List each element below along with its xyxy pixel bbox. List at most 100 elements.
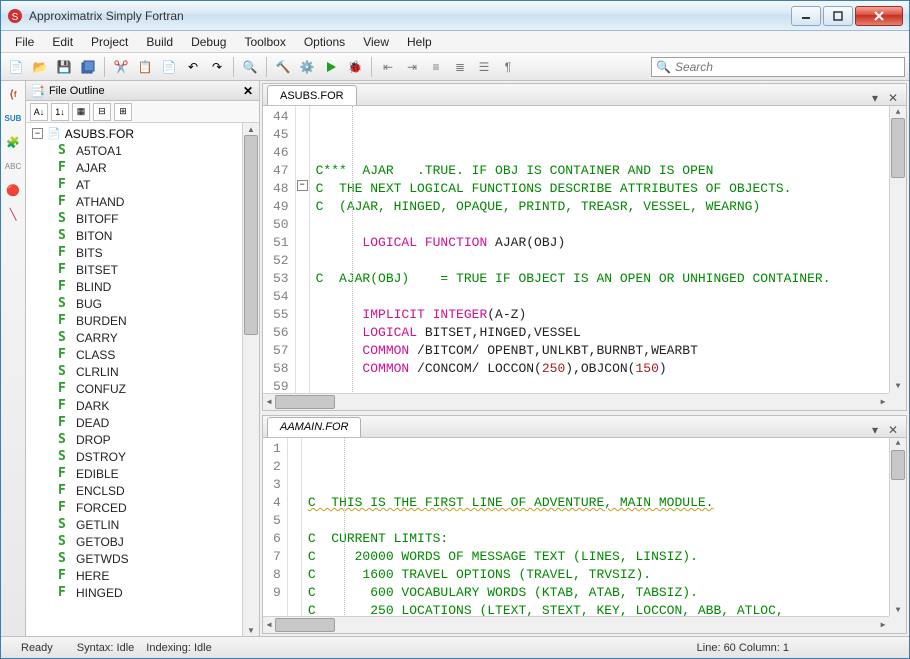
outline-tab-icon[interactable]: ⟨f — [4, 85, 22, 103]
indent-right-icon[interactable]: ⇥ — [401, 56, 423, 78]
outline-item[interactable]: FAJAR — [58, 159, 242, 176]
horizontal-scrollbar[interactable]: ◀▶ — [263, 393, 889, 410]
breakpoint-icon[interactable]: 🔴 — [4, 181, 22, 199]
code-text[interactable]: C THIS IS THE FIRST LINE OF ADVENTURE, M… — [302, 438, 906, 633]
outline-item[interactable]: FENCLSD — [58, 482, 242, 499]
outline-item[interactable]: FDEAD — [58, 414, 242, 431]
menu-build[interactable]: Build — [138, 33, 181, 51]
vertical-scrollbar[interactable]: ▲▼ — [889, 438, 906, 616]
subroutine-icon[interactable]: SUB — [4, 109, 22, 127]
sort-alpha-icon[interactable]: A↓ — [30, 103, 48, 121]
outline-item[interactable]: FHINGED — [58, 584, 242, 601]
code-editor[interactable]: 4445464748495051525354555657585960 − C**… — [263, 106, 906, 410]
tree-scrollbar[interactable]: ▲ ▼ — [242, 123, 259, 636]
list-icon[interactable]: ☰ — [473, 56, 495, 78]
save-icon[interactable]: 💾 — [53, 56, 75, 78]
filter-icon[interactable]: ▦ — [72, 103, 90, 121]
save-all-icon[interactable] — [77, 56, 99, 78]
scroll-up-icon[interactable]: ▲ — [243, 123, 259, 135]
tab-dropdown-icon[interactable]: ▾ — [868, 423, 882, 437]
find-icon[interactable]: 🔍 — [239, 56, 261, 78]
outline-item[interactable]: FDARK — [58, 397, 242, 414]
outline-item[interactable]: FATHAND — [58, 193, 242, 210]
outline-item[interactable]: SBITON — [58, 227, 242, 244]
run-icon[interactable] — [320, 56, 342, 78]
undo-icon[interactable]: ↶ — [182, 56, 204, 78]
outline-item[interactable]: SA5TOA1 — [58, 142, 242, 159]
outdent-icon[interactable]: ≡ — [425, 56, 447, 78]
outline-item[interactable]: SBITOFF — [58, 210, 242, 227]
outline-item[interactable]: SGETLIN — [58, 516, 242, 533]
format-icon[interactable]: ≣ — [449, 56, 471, 78]
tab-asubs[interactable]: ASUBS.FOR — [267, 85, 357, 105]
minimize-button[interactable] — [791, 6, 821, 26]
indent-left-icon[interactable]: ⇤ — [377, 56, 399, 78]
outline-item[interactable]: SCARRY — [58, 329, 242, 346]
build-icon[interactable]: 🔨 — [272, 56, 294, 78]
comment-icon[interactable]: ¶ — [497, 56, 519, 78]
outline-item[interactable]: FCLASS — [58, 346, 242, 363]
function-icon: F — [58, 177, 72, 192]
tab-dropdown-icon[interactable]: ▾ — [868, 91, 882, 105]
open-file-icon[interactable]: 📂 — [29, 56, 51, 78]
debug-icon[interactable]: 🐞 — [344, 56, 366, 78]
gear-icon[interactable]: ⚙️ — [296, 56, 318, 78]
search-input[interactable] — [675, 60, 900, 74]
tab-close-icon[interactable]: ✕ — [886, 423, 900, 437]
abc-icon[interactable]: ABC — [4, 157, 22, 175]
outline-item[interactable]: FBURDEN — [58, 312, 242, 329]
code-text[interactable]: C*** AJAR .TRUE. IF OBJ IS CONTAINER AND… — [310, 106, 906, 410]
scroll-thumb[interactable] — [244, 135, 258, 335]
horizontal-scrollbar[interactable]: ◀▶ — [263, 616, 889, 633]
copy-icon[interactable]: 📋 — [134, 56, 156, 78]
code-editor[interactable]: 123456789 C THIS IS THE FIRST LINE OF AD… — [263, 438, 906, 633]
menu-help[interactable]: Help — [399, 33, 440, 51]
maximize-button[interactable] — [823, 6, 853, 26]
tab-aamain[interactable]: AAMAIN.FOR — [267, 417, 361, 437]
puzzle-icon[interactable]: 🧩 — [4, 133, 22, 151]
fold-margin[interactable] — [288, 438, 302, 633]
menu-project[interactable]: Project — [83, 33, 136, 51]
outline-item[interactable]: FFORCED — [58, 499, 242, 516]
fold-marker-icon[interactable]: − — [297, 180, 308, 191]
probe-icon[interactable]: ╲ — [4, 205, 22, 223]
tab-close-icon[interactable]: ✕ — [886, 91, 900, 105]
outline-item[interactable]: SBUG — [58, 295, 242, 312]
menu-file[interactable]: File — [7, 33, 42, 51]
outline-item[interactable]: SGETWDS — [58, 550, 242, 567]
paste-icon[interactable]: 📄 — [158, 56, 180, 78]
titlebar[interactable]: S Approximatrix Simply Fortran — [1, 1, 909, 31]
outline-item[interactable]: FHERE — [58, 567, 242, 584]
scroll-down-icon[interactable]: ▼ — [243, 624, 259, 636]
outline-item[interactable]: FCONFUZ — [58, 380, 242, 397]
outline-item[interactable]: FBLIND — [58, 278, 242, 295]
close-button[interactable] — [855, 6, 903, 26]
menu-edit[interactable]: Edit — [44, 33, 81, 51]
outline-item[interactable]: FBITSET — [58, 261, 242, 278]
outline-item[interactable]: SCLRLIN — [58, 363, 242, 380]
menu-view[interactable]: View — [355, 33, 397, 51]
outline-item[interactable]: SGETOBJ — [58, 533, 242, 550]
collapse-icon[interactable]: ⊟ — [93, 103, 111, 121]
expand-icon[interactable]: ⊞ — [114, 103, 132, 121]
outline-item[interactable]: SDSTROY — [58, 448, 242, 465]
tree-root-node[interactable]: − 📄 ASUBS.FOR — [32, 125, 242, 142]
search-box[interactable]: 🔍 — [651, 57, 905, 77]
cut-icon[interactable]: ✂️ — [110, 56, 132, 78]
menu-options[interactable]: Options — [296, 33, 353, 51]
sort-type-icon[interactable]: 1↓ — [51, 103, 69, 121]
collapse-icon[interactable]: − — [32, 128, 43, 139]
outline-item[interactable]: FBITS — [58, 244, 242, 261]
fold-margin[interactable]: − — [296, 106, 310, 410]
outline-item[interactable]: SDROP — [58, 431, 242, 448]
outline-item[interactable]: FEDIBLE — [58, 465, 242, 482]
new-file-icon[interactable]: 📄 — [5, 56, 27, 78]
outline-tree[interactable]: − 📄 ASUBS.FOR SA5TOA1FAJARFATFATHANDSBIT… — [26, 123, 259, 636]
panel-header[interactable]: 📑 File Outline ✕ — [26, 81, 259, 101]
menu-debug[interactable]: Debug — [183, 33, 234, 51]
vertical-scrollbar[interactable]: ▲▼ — [889, 106, 906, 393]
redo-icon[interactable]: ↷ — [206, 56, 228, 78]
outline-item[interactable]: FAT — [58, 176, 242, 193]
menu-toolbox[interactable]: Toolbox — [236, 33, 293, 51]
panel-close-icon[interactable]: ✕ — [241, 84, 255, 98]
